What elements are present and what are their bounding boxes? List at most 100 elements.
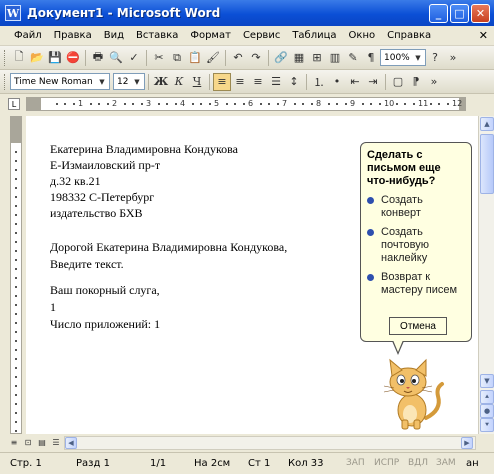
bullets-icon[interactable]: •: [328, 73, 346, 91]
body-text[interactable]: Введите текст.: [50, 257, 124, 272]
print-preview-icon[interactable]: 🔍: [107, 49, 125, 67]
company-line[interactable]: издательство БХВ: [50, 206, 143, 221]
menu-format[interactable]: Формат: [184, 30, 237, 41]
show-hide-icon[interactable]: ¶: [362, 49, 380, 67]
vertical-ruler[interactable]: [10, 116, 22, 434]
drawing-icon[interactable]: ✎: [344, 49, 362, 67]
ruler-tick: [15, 412, 17, 414]
normal-view-icon[interactable]: ≡: [8, 437, 20, 448]
horizontal-ruler[interactable]: 1 2 3 4 5 6 7 8 9 10 11 12: [26, 97, 466, 111]
outside-border-icon[interactable]: ▢: [389, 73, 407, 91]
tab-selector[interactable]: L: [8, 98, 20, 110]
web-view-icon[interactable]: ⊡: [22, 437, 34, 448]
menu-help[interactable]: Справка: [381, 30, 437, 41]
align-center-icon[interactable]: ≡: [231, 73, 249, 91]
numbering-icon[interactable]: ⒈: [310, 73, 328, 91]
save-icon[interactable]: 💾: [46, 49, 64, 67]
previous-page-icon[interactable]: ⯅: [480, 390, 494, 404]
font-name-combo[interactable]: Time New Roman ▼: [10, 73, 110, 90]
italic-button[interactable]: К: [170, 73, 188, 91]
paste-icon[interactable]: 📋: [186, 49, 204, 67]
decrease-indent-icon[interactable]: ⇤: [346, 73, 364, 91]
ruler-tick: [15, 223, 17, 225]
salutation[interactable]: Дорогой Екатерина Владимировна Кондукова…: [50, 240, 287, 255]
vertical-scrollbar[interactable]: ▲ ▼ ⯅ ● ⯆: [478, 116, 494, 434]
menu-edit[interactable]: Правка: [48, 30, 98, 41]
status-extend[interactable]: ВДЛ: [408, 458, 428, 468]
scroll-up-icon[interactable]: ▲: [480, 117, 494, 131]
document-close-button[interactable]: ✕: [479, 29, 488, 42]
menu-table[interactable]: Таблица: [286, 30, 342, 41]
recipient-name[interactable]: Екатерина Владимировна Кондукова: [50, 142, 238, 157]
justify-icon[interactable]: ☰: [267, 73, 285, 91]
hyperlink-icon[interactable]: 🔗: [272, 49, 290, 67]
open-folder-icon[interactable]: 📂: [28, 49, 46, 67]
ruler-tick: [132, 103, 134, 105]
insert-table-icon[interactable]: ⊞: [308, 49, 326, 67]
status-track-changes[interactable]: ИСПР: [374, 458, 399, 468]
align-left-icon[interactable]: ≡: [213, 72, 231, 91]
horizontal-scrollbar[interactable]: ◀ ▶: [64, 436, 476, 450]
attachments-count[interactable]: Число приложений: 1: [50, 317, 160, 332]
menu-file[interactable]: Файл: [8, 30, 48, 41]
print-layout-icon[interactable]: ▤: [36, 437, 48, 448]
cut-icon[interactable]: ✂: [150, 49, 168, 67]
new-document-icon[interactable]: 🗋: [10, 49, 28, 67]
permission-icon[interactable]: ⛔: [64, 49, 82, 67]
status-record[interactable]: ЗАП: [346, 458, 365, 468]
line-spacing-icon[interactable]: ↕: [285, 73, 303, 91]
chevron-down-icon[interactable]: ▼: [412, 51, 424, 64]
maximize-button[interactable]: □: [450, 4, 469, 23]
toolbar-grip[interactable]: [4, 49, 7, 66]
word-app-icon[interactable]: W: [5, 5, 21, 21]
toolbar-options-icon[interactable]: »: [444, 49, 462, 67]
signature[interactable]: 1: [50, 300, 56, 315]
toolbar-separator: [148, 73, 149, 90]
scroll-right-icon[interactable]: ▶: [461, 437, 473, 449]
close-button[interactable]: ✕: [471, 4, 490, 23]
menu-insert[interactable]: Вставка: [130, 30, 184, 41]
cancel-button[interactable]: Отмена: [389, 317, 447, 335]
print-icon[interactable]: 🖶: [89, 49, 107, 67]
styles-formatting-icon[interactable]: ⁋: [407, 73, 425, 91]
menu-view[interactable]: Вид: [98, 30, 130, 41]
address-line[interactable]: Е-Измаиловский пр-т: [50, 158, 160, 173]
toolbar-grip[interactable]: [4, 73, 7, 90]
chevron-down-icon[interactable]: ▼: [131, 75, 143, 88]
address-line[interactable]: д.32 кв.21: [50, 174, 101, 189]
address-line[interactable]: 198332 С-Петербург: [50, 190, 154, 205]
outline-view-icon[interactable]: ☰: [50, 437, 62, 448]
browse-object-icon[interactable]: ●: [480, 404, 494, 418]
align-right-icon[interactable]: ≡: [249, 73, 267, 91]
help-icon[interactable]: ?: [426, 49, 444, 67]
underline-button[interactable]: Ч: [188, 73, 206, 91]
menu-window[interactable]: Окно: [343, 30, 382, 41]
office-cat-icon[interactable]: [380, 358, 450, 430]
font-size-combo[interactable]: 12 ▼: [113, 73, 145, 90]
redo-icon[interactable]: ↷: [247, 49, 265, 67]
columns-icon[interactable]: ▥: [326, 49, 344, 67]
ruler-tick: [15, 340, 17, 342]
scroll-thumb[interactable]: [480, 134, 494, 194]
closing[interactable]: Ваш покорный слуга,: [50, 283, 160, 298]
spelling-icon[interactable]: ✓: [125, 49, 143, 67]
balloon-tail: [393, 340, 403, 352]
option-create-label[interactable]: Создать почтовую наклейку: [367, 226, 465, 265]
chevron-down-icon[interactable]: ▼: [96, 75, 108, 88]
scroll-down-icon[interactable]: ▼: [480, 374, 494, 388]
format-painter-icon[interactable]: 🖌: [204, 49, 222, 67]
increase-indent-icon[interactable]: ⇥: [364, 73, 382, 91]
zoom-combo[interactable]: 100% ▼: [380, 49, 426, 66]
option-back-to-wizard[interactable]: Возврат к мастеру писем: [367, 271, 465, 297]
tables-borders-icon[interactable]: ▦: [290, 49, 308, 67]
option-create-envelope[interactable]: Создать конверт: [367, 194, 465, 220]
undo-icon[interactable]: ↶: [229, 49, 247, 67]
bold-button[interactable]: Ж: [152, 73, 170, 91]
status-overtype[interactable]: ЗАМ: [436, 458, 456, 468]
toolbar-options-icon[interactable]: »: [425, 73, 443, 91]
copy-icon[interactable]: ⧉: [168, 49, 186, 67]
menu-tools[interactable]: Сервис: [237, 30, 286, 41]
scroll-left-icon[interactable]: ◀: [65, 437, 77, 449]
minimize-button[interactable]: _: [429, 4, 448, 23]
next-page-icon[interactable]: ⯆: [480, 418, 494, 432]
